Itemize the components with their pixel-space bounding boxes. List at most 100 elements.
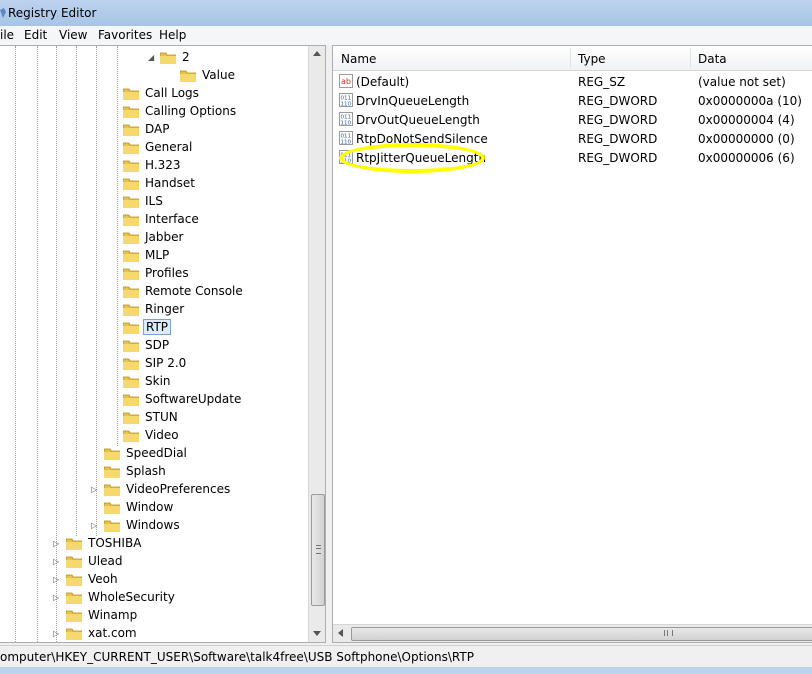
tree-vertical-scrollbar[interactable] [308, 46, 325, 642]
folder-icon [66, 628, 82, 640]
tree-node-label: VideoPreferences [126, 482, 231, 496]
expand-arrow-icon[interactable]: ▷ [91, 485, 99, 494]
folder-icon [123, 304, 139, 316]
column-data[interactable]: Data [698, 52, 727, 66]
tree-node-label: TOSHIBA [88, 536, 142, 550]
folder-icon [104, 520, 120, 532]
menu-help[interactable]: Help [159, 28, 186, 42]
string-value-icon: ab [339, 74, 353, 88]
value-type: REG_DWORD [578, 94, 658, 108]
expand-arrow-icon[interactable]: ▷ [53, 557, 61, 566]
tree-node-label: RTP [143, 319, 172, 335]
expand-arrow-icon[interactable]: ▷ [53, 593, 61, 602]
tree-node-label: Calling Options [145, 104, 237, 118]
tree-node-label: SoftwareUpdate [145, 392, 242, 406]
binary-value-icon: 011110 [339, 93, 353, 107]
folder-icon [66, 574, 82, 586]
value-type: REG_DWORD [578, 151, 658, 165]
list-row[interactable]: 011 110 RtpDoNotSendSilence REG_DWORD 0x0000… [333, 129, 812, 148]
tree-node-label: Ulead [88, 554, 123, 568]
folder-icon [123, 88, 139, 100]
tree-node-label: DAP [145, 122, 170, 136]
window-title: Registry Editor [8, 6, 97, 20]
value-name: (Default) [356, 75, 410, 89]
tree-node-label: Splash [126, 464, 166, 478]
folder-icon [123, 214, 139, 226]
tree-node-label: Video [145, 428, 179, 442]
folder-icon [123, 232, 139, 244]
svg-text:ab: ab [341, 77, 351, 86]
svg-text:110: 110 [341, 159, 352, 165]
tree-node-label: Profiles [145, 266, 189, 280]
title-bar: Registry Editor [0, 0, 812, 27]
expand-arrow-icon[interactable]: ▷ [53, 575, 61, 584]
tree-scroll-thumb[interactable] [311, 494, 325, 606]
tree-node-label: General [145, 140, 193, 154]
scroll-down-arrow-icon[interactable] [313, 631, 321, 636]
expand-arrow-icon[interactable]: ▷ [53, 539, 61, 548]
folder-icon [160, 52, 176, 64]
expand-arrow-icon[interactable]: ▷ [91, 521, 99, 530]
folder-icon [66, 592, 82, 604]
registry-path: omputer\HKEY_CURRENT_USER\Software\talk4… [0, 650, 474, 664]
folder-icon [180, 70, 196, 82]
menu-view[interactable]: View [59, 28, 87, 42]
menu-file[interactable]: ile [0, 28, 14, 42]
collapse-arrow-icon[interactable]: ◢ [148, 53, 156, 62]
folder-icon [123, 394, 139, 406]
tree-node-label: H.323 [145, 158, 181, 172]
value-name: RtpJitterQueueLength [356, 151, 487, 165]
folder-icon [66, 556, 82, 568]
folder-icon [104, 466, 120, 478]
tree-node-label: STUN [145, 410, 178, 424]
menu-favorites[interactable]: Favorites [98, 28, 152, 42]
svg-text:110: 110 [341, 140, 352, 146]
binary-value-icon: 011110 [339, 131, 353, 145]
folder-icon [123, 268, 139, 280]
folder-icon [66, 610, 82, 622]
registry-tree[interactable]: ◢ 2 Value Call Logs Calling Options DAP Gen… [0, 45, 326, 643]
binary-value-icon: 011110 [339, 150, 353, 164]
list-row[interactable]: 011 110 RtpJitterQueueLength REG_DWORD 0x000… [333, 148, 812, 167]
tree-node-label: ILS [145, 194, 163, 208]
tree-node-label: SIP 2.0 [145, 356, 187, 370]
column-name[interactable]: Name [341, 52, 376, 66]
scroll-up-arrow-icon[interactable] [313, 51, 321, 56]
folder-icon [104, 484, 120, 496]
folder-icon [123, 376, 139, 388]
value-data: 0x00000006 (6) [698, 151, 795, 165]
list-row[interactable]: ab (Default) REG_SZ (value not set) [333, 72, 812, 91]
list-horizontal-scrollbar[interactable] [333, 624, 812, 642]
window-frame-bottom [0, 667, 812, 674]
folder-icon [123, 250, 139, 262]
tree-node-label: Remote Console [145, 284, 243, 298]
tree-node-label: Veoh [88, 572, 118, 586]
list-scroll-thumb[interactable] [351, 627, 812, 641]
menu-edit[interactable]: Edit [24, 28, 47, 42]
list-header: Name Type Data [333, 46, 812, 71]
column-type[interactable]: Type [578, 52, 606, 66]
values-list[interactable]: Name Type Data ab (Default) REG_SZ (value n… [332, 45, 812, 643]
value-name: DrvInQueueLength [356, 94, 470, 108]
menu-bar: ile Edit View Favorites Help [0, 26, 812, 46]
svg-text:110: 110 [341, 121, 352, 127]
folder-icon [123, 124, 139, 136]
tree-node-label: Interface [145, 212, 199, 226]
tree-node-label: Skin [145, 374, 171, 388]
folder-icon [123, 412, 139, 424]
value-name: DrvOutQueueLength [356, 113, 480, 127]
tree-node-label: MLP [145, 248, 170, 262]
tree-node-label: Ringer [145, 302, 185, 316]
tree-node-label: Winamp [88, 608, 138, 622]
tree-node-label: SpeedDial [126, 446, 187, 460]
list-row[interactable]: 011 110 DrvInQueueLength REG_DWORD 0x0000000… [333, 91, 812, 110]
tree-node-label: Jabber [145, 230, 184, 244]
folder-icon [123, 430, 139, 442]
svg-text:110: 110 [341, 102, 352, 108]
folder-icon [104, 448, 120, 460]
tree-node-label: Call Logs [145, 86, 199, 100]
scroll-left-arrow-icon[interactable] [338, 629, 343, 637]
expand-arrow-icon[interactable]: ▷ [53, 629, 61, 638]
folder-icon [123, 322, 139, 334]
list-row[interactable]: 011 110 DrvOutQueueLength REG_DWORD 0x000000… [333, 110, 812, 129]
